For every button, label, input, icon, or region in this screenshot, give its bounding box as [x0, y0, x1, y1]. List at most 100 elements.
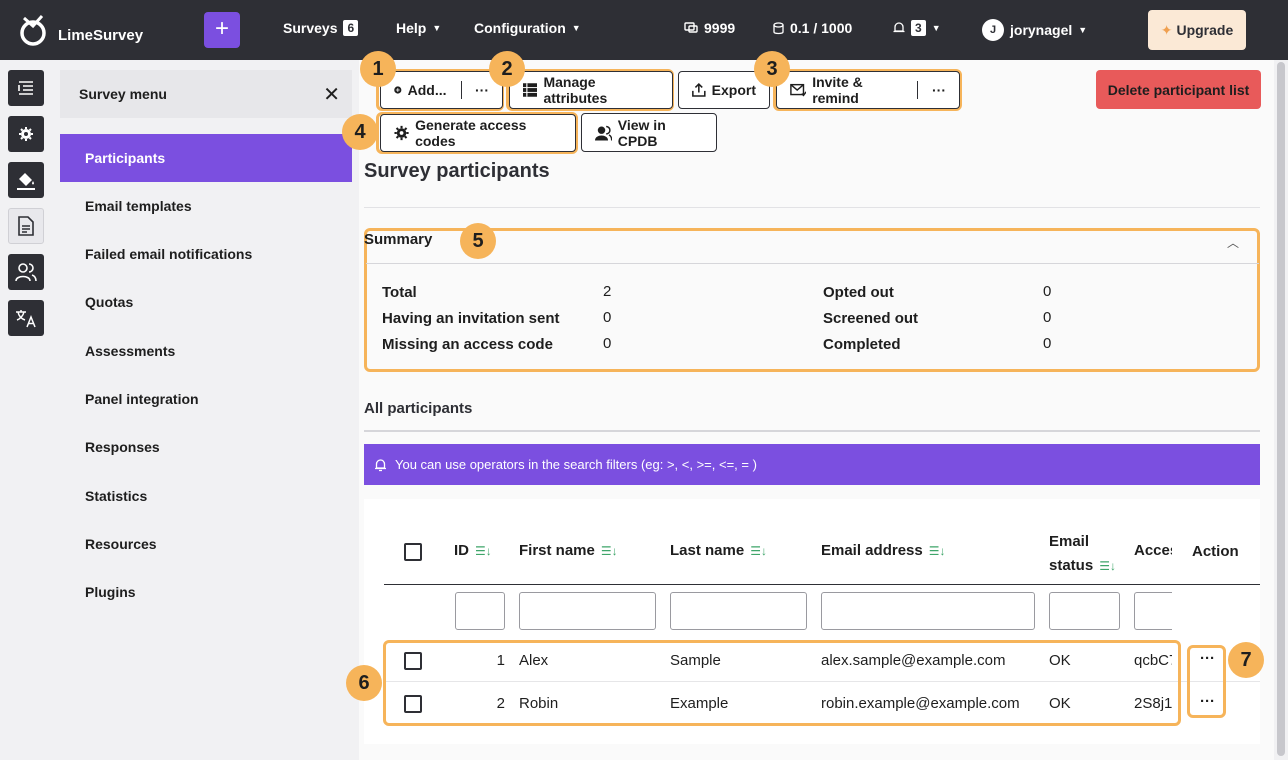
column-header-first-name-label: First name: [519, 542, 595, 559]
callout-badge-2: 2: [489, 51, 525, 87]
invite-more-options-icon[interactable]: ···: [932, 82, 946, 98]
limesurvey-logo[interactable]: LimeSurvey: [18, 12, 143, 48]
survey-menu-header: Survey menu ✕: [60, 70, 352, 118]
menu-item-failed-email-notifications[interactable]: Failed email notifications: [60, 230, 352, 278]
column-header-id-label: ID: [454, 542, 469, 559]
delete-participant-list-button[interactable]: Delete participant list: [1096, 70, 1261, 109]
filter-input-last-name[interactable]: [670, 592, 807, 630]
upgrade-label: Upgrade: [1176, 22, 1234, 38]
upgrade-button[interactable]: ✦ Upgrade: [1148, 10, 1246, 50]
column-header-id[interactable]: ID ☰↓: [454, 542, 492, 559]
surveys-count-badge: 6: [343, 20, 359, 36]
surveys-label: Surveys: [283, 20, 338, 36]
view-in-cpdb-button[interactable]: View in CPDB: [581, 113, 717, 152]
alert-text: You can use operators in the search filt…: [395, 457, 757, 472]
sidebar-toggle-button[interactable]: [8, 70, 44, 106]
survey-structure-button[interactable]: [8, 208, 44, 244]
column-header-email-address[interactable]: Email address ☰↓: [821, 542, 945, 559]
scrollbar-thumb[interactable]: [1277, 62, 1285, 756]
page-scrollbar[interactable]: [1274, 60, 1288, 760]
settings-icon: [19, 127, 33, 141]
chevron-down-icon: ▼: [931, 23, 941, 33]
callout-highlight-6: [383, 640, 1181, 726]
help-label: Help: [396, 20, 427, 36]
chevron-down-icon: ▼: [432, 23, 442, 33]
menu-item-plugins[interactable]: Plugins: [60, 568, 352, 616]
sort-icon[interactable]: ☰↓: [750, 544, 767, 558]
storage-stat[interactable]: 0.1 / 1000: [773, 20, 852, 36]
summary-label-screened-out: Screened out: [823, 310, 919, 327]
button-divider: [917, 81, 919, 99]
divider: [364, 430, 1260, 432]
chat-bubbles-icon: [684, 22, 698, 33]
create-survey-button[interactable]: +: [204, 12, 240, 48]
close-icon[interactable]: ✕: [323, 82, 340, 107]
menu-item-responses[interactable]: Responses: [60, 423, 352, 471]
brand-name: LimeSurvey: [58, 26, 144, 44]
menu-item-quotas[interactable]: Quotas: [60, 278, 352, 326]
icon-rail: [0, 60, 52, 760]
menu-item-email-templates[interactable]: Email templates: [60, 182, 352, 230]
add-participant-button[interactable]: Add... ···: [380, 71, 503, 109]
survey-menu-title: Survey menu: [79, 86, 167, 102]
filter-input-id[interactable]: [455, 592, 505, 630]
column-header-last-name[interactable]: Last name ☰↓: [670, 542, 767, 559]
surveys-menu[interactable]: Surveys 6: [283, 20, 359, 36]
username: jorynagel: [1010, 22, 1073, 38]
user-menu[interactable]: J jorynagel ▼: [982, 19, 1087, 41]
sort-icon[interactable]: ☰↓: [929, 544, 946, 558]
filter-input-first-name[interactable]: [519, 592, 656, 630]
callout-badge-6: 6: [346, 665, 382, 701]
page-title: Survey participants: [364, 160, 550, 182]
chevron-down-icon: ▼: [1078, 25, 1088, 35]
summary-title[interactable]: Summary: [364, 231, 432, 248]
notifications-menu[interactable]: 3 ▼: [893, 20, 941, 36]
divider: [364, 207, 1260, 208]
filter-input-access-code[interactable]: [1134, 592, 1172, 630]
sort-icon[interactable]: ☰↓: [1099, 559, 1116, 573]
menu-item-participants[interactable]: Participants: [60, 134, 352, 182]
table-header-divider: [384, 584, 1260, 585]
translate-icon: [16, 310, 36, 328]
chevron-down-icon: ▼: [571, 23, 581, 33]
chevron-up-icon[interactable]: ︿: [1227, 234, 1239, 251]
sort-icon[interactable]: ☰↓: [475, 544, 492, 558]
table-list-icon: [523, 83, 538, 97]
plus-circle-icon: [394, 86, 402, 94]
filter-input-email[interactable]: [821, 592, 1035, 630]
select-all-checkbox[interactable]: [404, 543, 422, 561]
column-header-first-name[interactable]: First name ☰↓: [519, 542, 618, 559]
envelope-icon: [790, 83, 807, 97]
configuration-menu[interactable]: Configuration ▼: [474, 20, 581, 36]
generate-access-codes-button[interactable]: Generate access codes: [380, 114, 576, 152]
filter-input-email-status[interactable]: [1049, 592, 1120, 630]
avatar: J: [982, 19, 1004, 41]
responses-stat-value: 9999: [704, 20, 736, 36]
invite-remind-label: Invite & remind: [812, 74, 863, 106]
manage-attributes-button[interactable]: Manage attributes: [509, 71, 673, 109]
column-header-access-code[interactable]: Acces: [1134, 542, 1172, 559]
add-more-options-icon[interactable]: ···: [475, 82, 489, 98]
invite-remind-button[interactable]: Invite & remind ···: [776, 71, 960, 109]
summary-value-invitation-sent: 0: [603, 309, 612, 326]
summary-label-invitation-sent: Having an invitation sent: [382, 310, 560, 327]
menu-item-resources[interactable]: Resources: [60, 520, 352, 568]
generate-access-codes-label: Generate access codes: [415, 117, 527, 149]
theme-button[interactable]: [8, 162, 44, 198]
callout-highlight-7: [1187, 645, 1226, 718]
translate-button[interactable]: [8, 300, 44, 336]
participants-button[interactable]: [8, 254, 44, 290]
menu-item-panel-integration[interactable]: Panel integration: [60, 375, 352, 423]
add-label: Add...: [407, 82, 447, 98]
summary-label-completed: Completed: [823, 336, 901, 353]
settings-button[interactable]: [8, 116, 44, 152]
summary-value-opted-out: 0: [1043, 283, 1052, 300]
column-header-email-status[interactable]: Email status ☰↓: [1049, 530, 1116, 578]
help-menu[interactable]: Help ▼: [396, 20, 441, 36]
menu-item-statistics[interactable]: Statistics: [60, 472, 352, 520]
callout-badge-5: 5: [460, 223, 496, 259]
responses-stat[interactable]: 9999: [684, 20, 735, 36]
menu-item-assessments[interactable]: Assessments: [60, 327, 352, 375]
sort-icon[interactable]: ☰↓: [601, 544, 618, 558]
divider: [366, 263, 1259, 264]
